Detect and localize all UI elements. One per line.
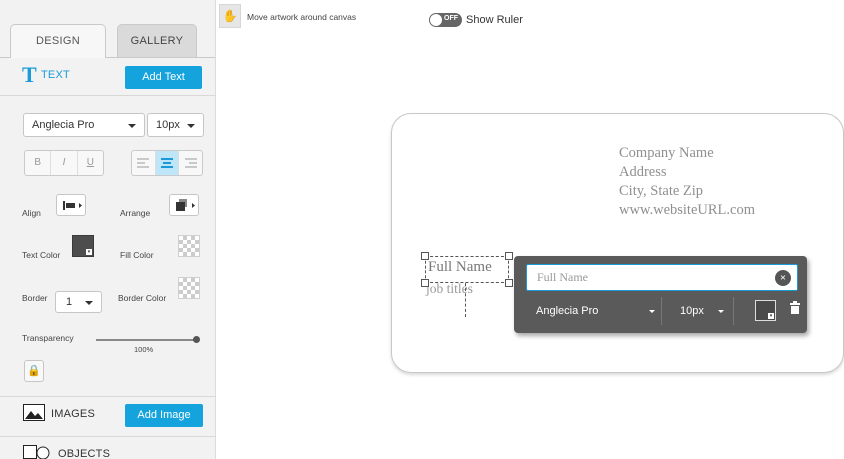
close-icon[interactable]: × <box>775 270 791 286</box>
images-section-label: IMAGES <box>51 408 95 420</box>
add-text-button[interactable]: Add Text <box>125 66 202 89</box>
chevron-down-icon <box>128 124 136 128</box>
align-right-icon <box>184 158 197 170</box>
lock-icon: 🔒 <box>27 365 41 377</box>
shapes-icon <box>23 445 50 459</box>
city-state-zip-text[interactable]: City, State Zip <box>619 183 703 200</box>
popup-font-select[interactable]: Anglecia Pro <box>536 297 656 325</box>
popup-divider <box>733 297 734 325</box>
fill-color-label: Fill Color <box>120 250 154 260</box>
text-align-group <box>131 150 203 176</box>
fill-color-swatch[interactable] <box>178 235 200 257</box>
popup-font-value: Anglecia Pro <box>536 305 599 317</box>
text-edit-input[interactable]: Full Name × <box>526 264 798 291</box>
move-artwork-hint: Move artwork around canvas <box>247 12 357 22</box>
popup-divider <box>661 297 662 325</box>
popup-text-color-swatch[interactable]: ▾ <box>755 300 776 321</box>
alignment-guide <box>465 283 466 317</box>
ruler-toggle[interactable]: OFF <box>429 13 462 27</box>
images-section-header: IMAGES Add Image <box>0 396 216 436</box>
objects-section-label: OBJECTS <box>58 448 111 459</box>
address-text[interactable]: Address <box>619 164 667 181</box>
popup-size-value: 10px <box>680 305 704 317</box>
toggle-knob <box>430 14 442 26</box>
show-ruler-label[interactable]: Show Ruler <box>466 14 523 26</box>
border-color-label: Border Color <box>118 293 167 303</box>
border-color-swatch[interactable] <box>178 277 200 299</box>
underline-button[interactable]: U <box>78 151 103 175</box>
add-image-button[interactable]: Add Image <box>125 404 203 427</box>
tab-design[interactable]: DESIGN <box>10 24 106 58</box>
align-left-button[interactable] <box>132 151 156 175</box>
transparency-slider-track[interactable] <box>96 339 198 341</box>
images-icon <box>23 404 45 421</box>
text-editor-popup: Full Name × Anglecia Pro 10px ▾ <box>514 256 807 333</box>
resize-handle-top-left[interactable] <box>421 252 429 260</box>
resize-handle-bottom-left[interactable] <box>421 279 429 287</box>
font-family-select[interactable]: Anglecia Pro <box>23 113 145 137</box>
transparency-value: 100% <box>134 345 154 354</box>
chevron-down-icon <box>85 301 93 305</box>
chevron-down-icon <box>649 310 655 313</box>
arrange-label: Arrange <box>120 208 151 218</box>
company-name-text[interactable]: Company Name <box>619 145 714 162</box>
chevron-down-icon <box>187 124 195 128</box>
font-size-value: 10px <box>156 119 180 131</box>
lock-button[interactable]: 🔒 <box>24 360 44 382</box>
text-color-swatch[interactable]: ▾ <box>72 235 94 257</box>
align-dropdown[interactable] <box>56 194 86 216</box>
transparency-slider-handle[interactable] <box>193 336 200 343</box>
font-family-value: Anglecia Pro <box>32 119 95 131</box>
font-size-select[interactable]: 10px <box>147 113 204 137</box>
border-width-select[interactable]: 1 <box>55 291 102 313</box>
text-section-header: T TEXT Add Text <box>0 58 216 96</box>
border-label: Border <box>22 293 48 303</box>
align-label: Align <box>22 208 41 218</box>
italic-button[interactable]: I <box>51 151 78 175</box>
resize-handle-bottom-right[interactable] <box>505 279 513 287</box>
business-card-canvas[interactable]: Company Name Address City, State Zip www… <box>391 113 844 373</box>
resize-handle-top-right[interactable] <box>505 252 513 260</box>
selection-box <box>425 256 509 283</box>
text-color-label: Text Color <box>22 250 61 260</box>
popup-size-select[interactable]: 10px <box>680 297 725 325</box>
text-section-label: TEXT <box>41 69 70 81</box>
text-icon: T <box>22 62 37 87</box>
chevron-down-icon: ▾ <box>86 249 92 255</box>
toggle-state-text: OFF <box>444 15 458 22</box>
align-center-button[interactable] <box>155 151 180 175</box>
text-edit-value: Full Name <box>537 270 588 284</box>
arrange-layers-icon <box>176 199 195 211</box>
sidebar: DESIGN GALLERY T TEXT Add Text Anglecia … <box>0 0 216 459</box>
chevron-down-icon: ▾ <box>768 313 774 319</box>
align-objects-icon <box>63 201 82 210</box>
tab-gallery[interactable]: GALLERY <box>117 24 197 58</box>
transparency-label: Transparency <box>22 333 74 343</box>
text-style-group: B I U <box>24 150 104 176</box>
border-width-value: 1 <box>66 296 73 308</box>
align-center-icon <box>161 158 173 170</box>
website-text[interactable]: www.websiteURL.com <box>619 202 755 219</box>
canvas-toolbar: ✋ Move artwork around canvas OFF Show Ru… <box>216 0 844 40</box>
arrange-dropdown[interactable] <box>169 194 199 216</box>
designer-app: DESIGN GALLERY T TEXT Add Text Anglecia … <box>0 0 844 459</box>
chevron-down-icon <box>718 310 724 313</box>
objects-section-header: OBJECTS <box>0 436 216 459</box>
align-right-button[interactable] <box>179 151 202 175</box>
hand-icon[interactable]: ✋ <box>219 4 241 28</box>
bold-button[interactable]: B <box>25 151 52 175</box>
trash-icon[interactable] <box>789 301 801 315</box>
align-left-icon <box>137 158 150 170</box>
